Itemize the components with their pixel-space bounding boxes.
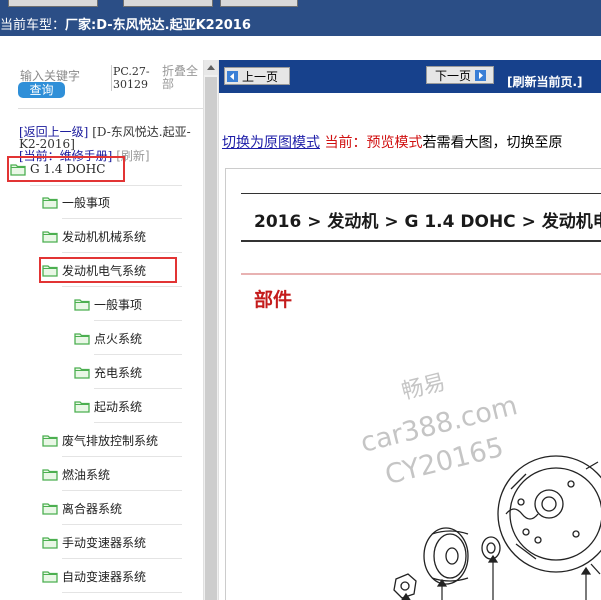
divider <box>94 422 182 423</box>
tree-item[interactable]: 发动机机械系统 <box>42 223 146 249</box>
divider <box>62 218 182 219</box>
divider <box>241 273 601 275</box>
divider <box>241 193 601 194</box>
title-bar: 当前车型：厂家:D-东风悦达.起亚K22016 <box>0 0 601 36</box>
current-mode-prefix: 当前： <box>324 135 367 151</box>
switch-mode-link[interactable]: 切换为原图模式 <box>222 135 320 151</box>
sidebar: 输入关键字 查询 PC.27-30129 折叠全部 [返回上一级] [D-东风悦… <box>0 36 203 600</box>
toolbar-button[interactable] <box>8 0 98 7</box>
folder-icon <box>42 502 58 515</box>
tree-item-label: 自动变速器系统 <box>62 569 147 584</box>
tree-item-label: G 1.4 DOHC <box>30 162 106 176</box>
mode-hint: 若需看大图，切换至原 <box>422 135 563 151</box>
tree-item[interactable]: G 1.4 DOHC <box>7 156 125 182</box>
divider <box>62 558 182 559</box>
folder-icon <box>42 434 58 447</box>
current-mode: 预览模式 <box>366 135 423 151</box>
folder-icon <box>74 400 90 413</box>
page-nav-bar: 上一页 下一页 [刷新当前页.] <box>219 60 601 93</box>
folder-icon <box>42 536 58 549</box>
tree-item[interactable]: 离合器系统 <box>42 495 122 521</box>
arrow-right-icon <box>475 69 487 81</box>
toolbar-button[interactable] <box>123 0 213 7</box>
search-button[interactable]: 查询 <box>18 82 65 98</box>
folder-icon <box>42 264 58 277</box>
tree-item[interactable]: 点火系统 <box>74 325 142 351</box>
tree-item[interactable]: 手动变速器系统 <box>42 529 146 555</box>
divider <box>62 286 182 287</box>
vehicle-label: 当前车型： <box>0 18 66 33</box>
divider <box>94 388 182 389</box>
divider <box>94 320 182 321</box>
refresh-page-button[interactable]: [刷新当前页.] <box>507 73 583 90</box>
tree-item[interactable]: 充电系统 <box>74 359 142 385</box>
prev-page-label: 上一页 <box>242 69 279 84</box>
tree-item-label: 发动机机械系统 <box>62 229 147 244</box>
folder-icon <box>10 163 26 176</box>
toolbar-button[interactable] <box>220 0 298 7</box>
tree-item-label: 一般事项 <box>62 195 111 210</box>
watermark: 畅易 <box>399 369 448 405</box>
tree-item-label: 点火系统 <box>94 331 143 346</box>
tree-item-label: 发动机电气系统 <box>62 263 147 278</box>
tree-item[interactable]: 自动变速器系统 <box>42 563 146 589</box>
divider <box>241 240 601 242</box>
tree-item-label: 手动变速器系统 <box>62 535 147 550</box>
folder-icon <box>42 230 58 243</box>
tree-item-label: 充电系统 <box>94 365 143 380</box>
vehicle-model: 厂家:D-东风悦达.起亚K22016 <box>65 18 251 33</box>
divider <box>62 524 182 525</box>
next-page-button[interactable]: 下一页 <box>426 66 494 84</box>
document-breadcrumb: 2016 > 发动机 > G 1.4 DOHC > 发动机电气 <box>254 212 601 232</box>
tree-item[interactable]: 废气排放控制系统 <box>42 427 158 453</box>
document-view: 2016 > 发动机 > G 1.4 DOHC > 发动机电气 部件 畅易 ca… <box>225 168 601 600</box>
tree-item-label: 离合器系统 <box>62 501 123 516</box>
folder-icon <box>74 366 90 379</box>
tree-item-label: 一般事项 <box>94 297 143 312</box>
folder-icon <box>74 298 90 311</box>
divider <box>62 456 182 457</box>
folder-icon <box>42 196 58 209</box>
folder-icon <box>42 468 58 481</box>
scroll-thumb[interactable] <box>205 77 217 600</box>
tree-item-label: 燃油系统 <box>62 467 111 482</box>
divider <box>94 354 182 355</box>
tree-item-label: 起动系统 <box>94 399 143 414</box>
tree-item[interactable]: 燃油系统 <box>42 461 110 487</box>
prev-page-button[interactable]: 上一页 <box>224 67 290 85</box>
pc-code: PC.27-30129 <box>111 65 155 91</box>
folder-icon <box>74 332 90 345</box>
arrow-left-icon <box>227 70 238 82</box>
tree-item[interactable]: 起动系统 <box>74 393 142 419</box>
next-page-label: 下一页 <box>435 68 472 83</box>
scroll-up-arrow-icon[interactable] <box>204 60 218 75</box>
divider <box>18 108 203 109</box>
section-title: 部件 <box>254 289 293 311</box>
tree-item[interactable]: 一般事项 <box>42 189 110 215</box>
view-mode-bar: 切换为原图模式 当前：预览模式若需看大图，切换至原 <box>222 132 562 152</box>
divider <box>62 490 182 491</box>
divider <box>30 185 182 186</box>
current-vehicle: 当前车型：厂家:D-东风悦达.起亚K22016 <box>0 14 251 33</box>
tree-item[interactable]: 一般事项 <box>74 291 142 317</box>
divider <box>62 252 182 253</box>
tree-item-label: 废气排放控制系统 <box>62 433 159 448</box>
scrollbar[interactable] <box>203 60 219 600</box>
collapse-all-button[interactable]: 折叠全部 <box>162 65 202 91</box>
folder-icon <box>42 570 58 583</box>
divider <box>62 592 182 593</box>
tree-item[interactable]: 发动机电气系统 <box>39 257 177 283</box>
